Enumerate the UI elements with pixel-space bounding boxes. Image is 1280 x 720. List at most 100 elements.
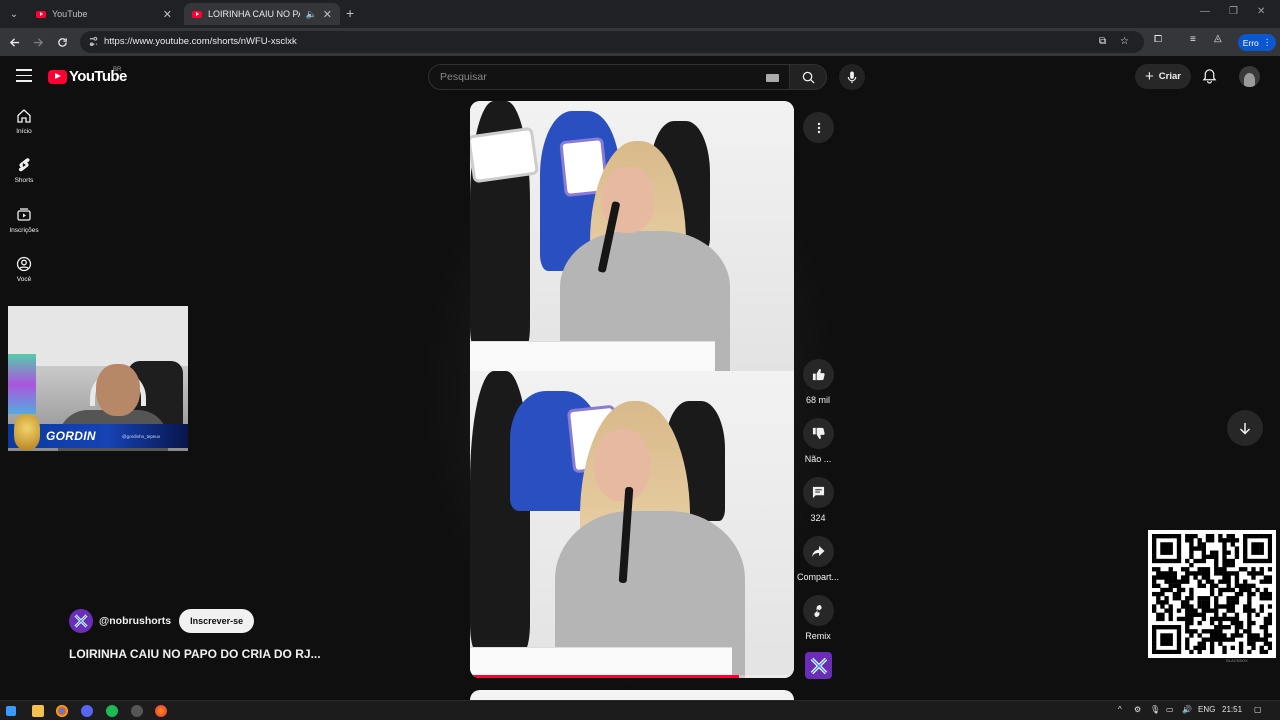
tab-search-icon[interactable]: ⌄ <box>6 6 22 22</box>
back-button[interactable] <box>6 34 22 50</box>
clock[interactable]: 21:51 <box>1222 705 1242 714</box>
tray-chevron-icon[interactable]: ^ <box>1118 705 1122 714</box>
tab-title: LOIRINHA CAIU NO PAPO D <box>208 9 300 19</box>
share-label: Compart... <box>796 572 839 582</box>
video-frame-top <box>470 101 794 371</box>
youtube-favicon-icon <box>192 10 202 18</box>
youtube-favicon-icon <box>36 10 46 18</box>
bookmark-star-icon[interactable]: ☆ <box>1120 36 1129 47</box>
network-icon[interactable]: ▭ <box>1166 705 1174 714</box>
obs-icon[interactable] <box>131 705 143 717</box>
comments-button[interactable]: 324 <box>796 477 840 523</box>
create-button[interactable]: + Criar <box>1135 64 1191 89</box>
video-progress-bar[interactable] <box>470 675 739 678</box>
sidebar-item-label: Início <box>16 128 32 135</box>
like-button[interactable]: 68 mil <box>796 359 840 405</box>
url-text: https://www.youtube.com/shorts/nWFU-xscl… <box>104 36 297 47</box>
windows-start-icon[interactable] <box>6 706 16 716</box>
profile-error-button[interactable]: Erro ⋮ <box>1238 34 1276 51</box>
streamer-name: GORDIN <box>46 429 96 443</box>
comment-icon <box>812 486 824 499</box>
sidebar-item-shorts[interactable]: Shorts <box>0 157 48 184</box>
channel-handle[interactable]: @nobrushorts <box>99 615 171 627</box>
media-control-icon[interactable]: ≡ <box>1190 34 1196 45</box>
remix-button[interactable]: Remix <box>796 595 840 641</box>
audio-playing-icon[interactable]: 🔈 <box>306 9 317 20</box>
more-options-button[interactable] <box>803 112 834 143</box>
shorts-icon <box>18 158 30 172</box>
short-video-player[interactable] <box>470 101 794 678</box>
browser-tab-active[interactable]: LOIRINHA CAIU NO PAPO D 🔈 ✕ <box>184 3 340 25</box>
tray-mic-icon[interactable]: 🎙 <box>1150 705 1160 714</box>
video-frame-bottom <box>470 371 794 678</box>
sidebar-item-subscriptions[interactable]: Inscrições <box>0 207 48 234</box>
notifications-button[interactable] <box>1202 68 1217 89</box>
sidebar-item-label: Inscrições <box>9 227 39 234</box>
account-avatar[interactable] <box>1239 66 1260 87</box>
minimize-icon[interactable]: — <box>1200 6 1210 17</box>
discord-icon[interactable] <box>81 705 93 717</box>
youtube-play-icon <box>48 69 67 84</box>
search-input[interactable]: Pesquisar <box>428 64 790 90</box>
reload-button[interactable] <box>54 34 70 50</box>
streamer-logo <box>14 414 40 450</box>
search-button[interactable] <box>789 64 827 90</box>
chrome-icon[interactable] <box>56 705 68 717</box>
close-window-icon[interactable]: ✕ <box>1257 6 1265 17</box>
close-tab-icon[interactable]: ✕ <box>163 8 172 21</box>
bell-icon <box>1202 69 1217 84</box>
tab-title: YouTube <box>52 9 88 19</box>
sidebar-item-label: Você <box>16 276 32 283</box>
qr-caption: BLACKBOX <box>1226 658 1248 663</box>
search-placeholder: Pesquisar <box>440 71 487 83</box>
subscribe-button[interactable]: Inscrever-se <box>179 609 255 633</box>
new-tab-button[interactable]: + <box>346 5 354 21</box>
plus-icon: + <box>1145 68 1154 85</box>
channel-avatar[interactable] <box>69 609 93 633</box>
extensions-icon[interactable]: ⧠ <box>1154 34 1162 45</box>
browser-tab-youtube[interactable]: YouTube ✕ <box>28 3 180 25</box>
address-bar[interactable]: https://www.youtube.com/shorts/nWFU-xscl… <box>80 31 1144 53</box>
language-indicator[interactable]: ENG <box>1198 705 1215 714</box>
dislike-label: Não ... <box>804 454 832 464</box>
profile-icon[interactable]: ◬ <box>1214 33 1222 44</box>
youtube-logo[interactable]: YouTube BR <box>48 67 127 85</box>
profile-error-label: Erro <box>1242 37 1259 48</box>
sidebar-item-you[interactable]: Você <box>0 256 48 283</box>
firefox-icon[interactable] <box>155 705 167 717</box>
voice-search-button[interactable] <box>839 64 865 90</box>
channel-logo-icon <box>74 614 88 628</box>
arrow-down-icon <box>1239 422 1251 435</box>
file-explorer-icon[interactable] <box>32 705 44 717</box>
hamburger-menu-icon[interactable] <box>16 69 32 83</box>
kebab-menu-icon <box>817 122 820 133</box>
site-info-icon[interactable] <box>88 36 99 47</box>
streamer-handle: @gordinho_tepeuv <box>122 434 161 439</box>
spotify-icon[interactable] <box>106 705 118 717</box>
notification-center-icon[interactable]: ▢ <box>1254 705 1262 714</box>
tray-app-icon[interactable]: ⚙ <box>1134 705 1141 714</box>
volume-icon[interactable]: 🔊 <box>1182 705 1192 714</box>
thumbs-up-icon <box>812 368 825 381</box>
sidebar-item-home[interactable]: Início <box>0 108 48 135</box>
share-button[interactable]: Compart... <box>796 536 840 582</box>
streamer-webcam-overlay: GORDIN @gordinho_tepeuv <box>8 306 188 451</box>
dislike-button[interactable]: Não ... <box>796 418 840 464</box>
keyboard-icon[interactable] <box>766 74 779 82</box>
search-icon <box>802 71 815 84</box>
browser-toolbar: https://www.youtube.com/shorts/nWFU-xscl… <box>0 28 1280 56</box>
next-video-button[interactable] <box>1227 410 1263 446</box>
qr-code <box>1148 530 1276 658</box>
thumbs-down-icon <box>812 427 825 440</box>
subscriptions-icon <box>17 208 31 221</box>
remix-label: Remix <box>805 631 831 641</box>
sound-channel-thumbnail[interactable] <box>805 652 832 679</box>
short-title[interactable]: LOIRINHA CAIU NO PAPO DO CRIA DO RJ... <box>69 647 321 661</box>
close-tab-icon[interactable]: ✕ <box>323 8 332 21</box>
restore-icon[interactable]: ❐ <box>1229 6 1238 17</box>
share-icon <box>812 546 825 557</box>
forward-button[interactable] <box>30 34 46 50</box>
install-app-icon[interactable]: ⧉ <box>1099 36 1106 47</box>
channel-info: @nobrushorts Inscrever-se <box>69 609 255 633</box>
microphone-icon <box>847 70 857 83</box>
